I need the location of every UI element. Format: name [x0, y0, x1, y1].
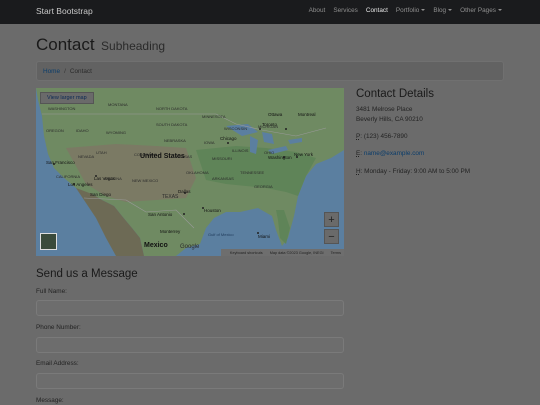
city-label-san-diego: San Diego	[90, 192, 112, 197]
nav-item-about[interactable]: About	[309, 7, 326, 14]
state-label-minnesota: MINNESOTA	[202, 114, 226, 119]
map-canvas: MONTANA WASHINGTON OREGON IDAHO WYOMING …	[36, 88, 344, 256]
zoom-in-button[interactable]: +	[324, 212, 339, 227]
keyboard-shortcuts-link[interactable]: Keyboard shortcuts	[230, 251, 263, 255]
map-attribution: Keyboard shortcuts Map data ©2023 Google…	[220, 249, 344, 256]
hours-value: : Monday - Friday: 9:00 AM to 5:00 PM	[360, 168, 471, 175]
email-address-label: Email Address:	[36, 360, 79, 367]
breadcrumb: Home / Contact	[36, 61, 504, 81]
breadcrumb-separator: /	[64, 68, 66, 75]
breadcrumb-current: Contact	[69, 68, 92, 75]
city-label-ottawa: Ottawa	[268, 112, 283, 117]
form-title: Send us a Message	[36, 268, 138, 280]
city-label-los-angeles: Los Angeles	[68, 182, 93, 187]
page-subtitle: Subheading	[101, 39, 166, 53]
nav-item-services[interactable]: Services	[333, 7, 358, 14]
message-label: Message:	[36, 397, 64, 404]
page-title: Contact Subheading	[36, 35, 165, 55]
view-larger-map-link[interactable]: View larger map	[40, 92, 94, 104]
city-dot	[183, 213, 185, 215]
water-label-gulf: Gulf of Mexico	[208, 232, 234, 237]
city-label-montreal: Montreal	[298, 112, 316, 117]
nav-item-blog[interactable]: Blog	[433, 7, 453, 14]
state-label-south-dakota: SOUTH DAKOTA	[156, 122, 188, 127]
hours-row: H: Monday - Friday: 9:00 AM to 5:00 PM	[356, 168, 470, 175]
nav-item-other-pages[interactable]: Other Pages	[460, 7, 502, 14]
city-label-new-york: New York	[294, 152, 314, 157]
caret-down-icon	[421, 9, 426, 12]
state-label-georgia: GEORGIA	[254, 184, 273, 189]
city-label-dallas: Dallas	[178, 189, 191, 194]
state-label-washington: WASHINGTON	[48, 106, 75, 111]
navbar: Start Bootstrap About Services Contact P…	[0, 0, 540, 24]
state-label-idaho: IDAHO	[76, 128, 89, 133]
email-address-input[interactable]	[36, 373, 344, 389]
state-label-oklahoma: OKLAHOMA	[186, 170, 209, 175]
email-link[interactable]: name@example.com	[364, 150, 424, 157]
city-dot	[227, 142, 229, 144]
contact-heading: Contact Details	[356, 88, 434, 100]
phone-value: : (123) 456-7890	[360, 133, 408, 140]
nav-item-blog-label: Blog	[433, 7, 447, 14]
state-label-nebraska: NEBRASKA	[164, 138, 186, 143]
nav-item-portfolio-label: Portfolio	[395, 7, 420, 14]
city-label-san-francisco: San Francisco	[46, 160, 75, 165]
country-label-united-states: United States	[140, 153, 185, 160]
state-label-north-dakota: NORTH DAKOTA	[156, 106, 188, 111]
breadcrumb-home-link[interactable]: Home	[43, 68, 60, 75]
state-label-illinois: ILLINOIS	[232, 148, 249, 153]
state-label-utah: UTAH	[96, 150, 107, 155]
state-label-oregon: OREGON	[46, 128, 64, 133]
page-title-main: Contact	[36, 35, 95, 54]
state-label-california: CALIFORNIA	[56, 174, 80, 179]
state-label-tennessee: TENNESSEE	[240, 170, 265, 175]
city-label-las-vegas: Las Vegas	[94, 176, 116, 181]
map-data-text: Map data ©2023 Google, INEGI	[269, 250, 324, 255]
city-label-monterrey: Monterrey	[160, 229, 181, 234]
navbar-brand[interactable]: Start Bootstrap	[36, 6, 93, 16]
map-layer-toggle[interactable]	[40, 233, 57, 250]
phone-number-label: Phone Number:	[36, 324, 81, 331]
address-line-1: 3481 Melrose Place	[356, 106, 413, 113]
full-name-input[interactable]	[36, 300, 344, 316]
city-label-san-antonio: San Antonio	[148, 212, 173, 217]
caret-down-icon	[448, 9, 453, 12]
city-label-toronto: Toronto	[262, 122, 278, 127]
phone-row: P: (123) 456-7890	[356, 133, 408, 140]
state-label-iowa: IOWA	[204, 140, 215, 145]
google-logo: Google	[180, 244, 200, 250]
city-dot	[285, 128, 287, 130]
caret-down-icon	[498, 9, 502, 12]
nav-item-other-pages-label: Other Pages	[460, 7, 496, 14]
state-label-wisconsin: WISCONSIN	[224, 126, 247, 131]
state-label-montana: MONTANA	[108, 102, 128, 107]
address-line-2: Beverly Hills, CA 90210	[356, 115, 423, 123]
contact-details: Contact Details 3481 Melrose Place Bever…	[356, 88, 516, 175]
state-label-nevada: NEVADA	[78, 154, 94, 159]
country-label-mexico: Mexico	[144, 242, 168, 249]
navbar-menu: About Services Contact Portfolio Blog Ot…	[309, 7, 502, 14]
email-row: E: name@example.com	[356, 150, 424, 157]
zoom-out-button[interactable]: −	[324, 229, 339, 244]
city-label-chicago: Chicago	[220, 136, 237, 141]
full-name-label: Full Name:	[36, 288, 67, 295]
state-label-wyoming: WYOMING	[106, 130, 126, 135]
state-label-arkansas: ARKANSAS	[212, 176, 234, 181]
phone-number-input[interactable]	[36, 337, 344, 353]
nav-item-contact[interactable]: Contact	[366, 7, 388, 14]
state-label-new-mexico: NEW MEXICO	[132, 178, 158, 183]
state-label-missouri: MISSOURI	[212, 156, 232, 161]
city-label-miami: Miami	[258, 234, 270, 239]
terms-link[interactable]: Terms	[331, 251, 341, 255]
city-label-washington: Washington	[268, 155, 292, 160]
map-embed[interactable]: MONTANA WASHINGTON OREGON IDAHO WYOMING …	[36, 88, 344, 256]
state-label-texas: TEXAS	[162, 194, 179, 200]
nav-item-portfolio[interactable]: Portfolio	[395, 7, 426, 14]
city-label-houston: Houston	[204, 208, 221, 213]
